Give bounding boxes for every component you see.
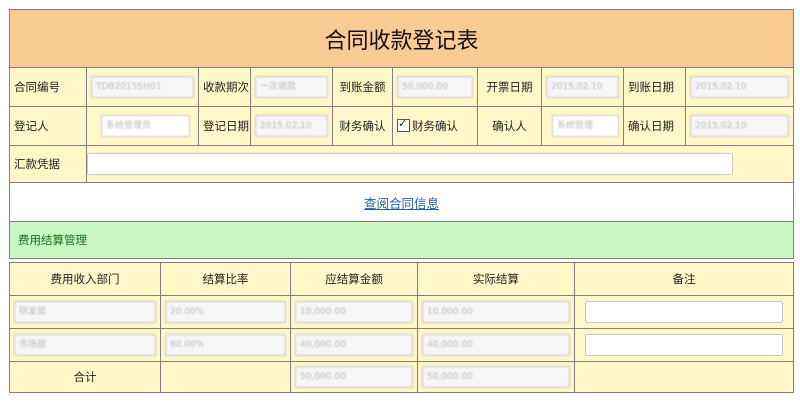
confirm-date-input[interactable]: 2015.02.10 — [690, 115, 790, 137]
table-row: 市场部 80.00% 40,000.00 40,000.00 — [9, 328, 794, 362]
voucher-input[interactable] — [87, 153, 734, 175]
registrant-input[interactable]: 系统管理员 — [101, 115, 190, 137]
actual-input[interactable]: 40,000.00 — [422, 334, 570, 356]
reg-date-label: 登记日期 — [198, 106, 251, 146]
col-header-dept: 费用收入部门 — [9, 262, 161, 296]
arrival-date-label: 到账日期 — [623, 67, 686, 107]
note-input[interactable] — [585, 301, 783, 323]
dept-input[interactable]: 市场部 — [14, 334, 156, 356]
total-note-cell — [574, 361, 794, 393]
amount-input[interactable]: 50,000.00 — [397, 76, 473, 98]
reg-date-input[interactable]: 2015.02.10 — [255, 115, 328, 137]
period-input[interactable]: 一次收款 — [255, 76, 328, 98]
voucher-label: 汇款凭据 — [9, 145, 87, 183]
link-row: 查阅合同信息 — [8, 182, 795, 222]
total-ratio-cell — [160, 361, 291, 393]
info-row-1: 合同编号 TDB2015SH01 收款期次 一次收款 到账金额 50,000.0… — [9, 67, 795, 107]
confirmer-input[interactable]: 系统管理 — [552, 115, 619, 137]
voucher-row: 汇款凭据 — [9, 145, 795, 183]
table-header-row: 费用收入部门 结算比率 应结算金额 实际结算 备注 — [9, 262, 794, 296]
info-row-2: 登记人 系统管理员 登记日期 2015.02.10 财务确认 财务确认 确认人 … — [9, 106, 795, 146]
section-title: 费用结算管理 — [8, 221, 795, 259]
invoice-date-input[interactable]: 2015.02.10 — [546, 76, 619, 98]
col-header-due: 应结算金额 — [290, 262, 418, 296]
checkbox-checked-icon[interactable] — [397, 117, 410, 132]
finance-confirm-label: 财务确认 — [332, 106, 393, 146]
arrival-date-input[interactable]: 2015.02.10 — [690, 76, 790, 98]
view-contract-link[interactable]: 查阅合同信息 — [364, 196, 439, 211]
form-table: 合同收款登记表 合同编号 TDB2015SH01 收款期次 一次收款 到账金额 … — [8, 9, 795, 259]
invoice-date-label: 开票日期 — [477, 67, 542, 107]
contract-no-label: 合同编号 — [9, 67, 87, 107]
settlement-table: 费用收入部门 结算比率 应结算金额 实际结算 备注 研发部 20.00% 10,… — [9, 262, 794, 393]
col-header-actual: 实际结算 — [417, 262, 575, 296]
note-input[interactable] — [585, 334, 783, 356]
period-label: 收款期次 — [198, 67, 251, 107]
contract-receipt-form: 合同收款登记表 合同编号 TDB2015SH01 收款期次 一次收款 到账金额 … — [0, 0, 800, 405]
amount-label: 到账金额 — [332, 67, 393, 107]
total-label: 合计 — [9, 361, 161, 393]
col-header-ratio: 结算比率 — [160, 262, 291, 296]
confirm-date-label: 确认日期 — [623, 106, 686, 146]
registrant-label: 登记人 — [9, 106, 87, 146]
finance-confirm-checkbox[interactable]: 财务确认 — [392, 106, 478, 146]
total-actual-input[interactable]: 50,000.00 — [422, 366, 570, 388]
finance-confirm-checkbox-label: 财务确认 — [412, 119, 458, 133]
total-row: 合计 50,000.00 50,000.00 — [9, 361, 794, 393]
actual-input[interactable]: 10,000.00 — [422, 301, 570, 323]
page-title: 合同收款登记表 — [8, 9, 795, 68]
contract-no-input[interactable]: TDB2015SH01 — [91, 76, 194, 98]
total-due-input[interactable]: 50,000.00 — [295, 366, 413, 388]
dept-input[interactable]: 研发部 — [14, 301, 156, 323]
due-input[interactable]: 40,000.00 — [295, 334, 413, 356]
due-input[interactable]: 10,000.00 — [295, 301, 413, 323]
confirmer-label: 确认人 — [477, 106, 542, 146]
col-header-note: 备注 — [574, 262, 794, 296]
ratio-input[interactable]: 80.00% — [165, 334, 286, 356]
ratio-input[interactable]: 20.00% — [165, 301, 286, 323]
table-row: 研发部 20.00% 10,000.00 10,000.00 — [9, 295, 794, 329]
